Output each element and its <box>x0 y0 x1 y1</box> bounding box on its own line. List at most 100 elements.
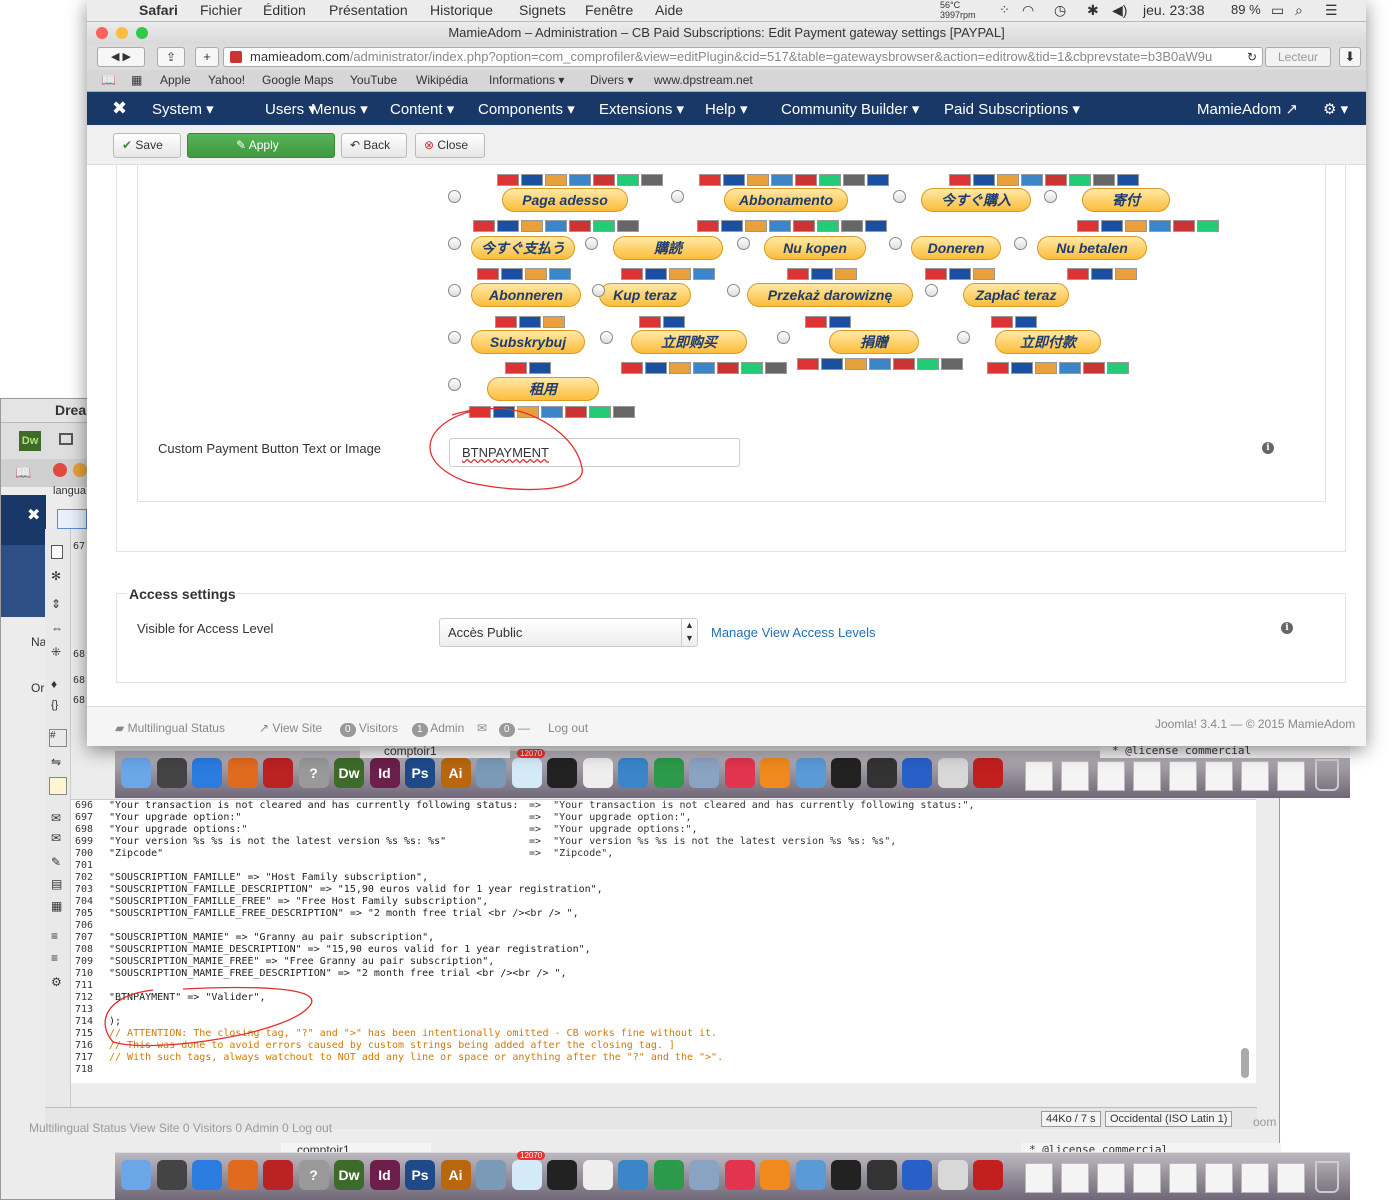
acrobat-dock-icon[interactable] <box>973 758 1003 788</box>
nav-help[interactable]: Help ▾ <box>705 100 748 118</box>
network-dock-icon[interactable] <box>653 1160 684 1190</box>
ai-dock-icon[interactable]: Ai <box>440 758 471 788</box>
dw-dock-icon[interactable]: Dw <box>334 758 364 788</box>
acrobat-dock-icon[interactable] <box>973 1160 1003 1190</box>
nav-paid-subscriptions[interactable]: Paid Subscriptions ▾ <box>944 100 1080 118</box>
new-tab-icon[interactable]: + <box>195 47 219 67</box>
address-bar[interactable]: mamieadom.com/administrator/index.php?op… <box>223 47 1263 67</box>
payment-button-option[interactable]: 租用 <box>487 377 599 401</box>
app-menu[interactable]: Safari <box>139 2 178 18</box>
snippet-icon[interactable]: ♦ <box>51 677 57 691</box>
access-info-icon[interactable]: i <box>1281 622 1293 634</box>
ibooks-dock-icon[interactable] <box>760 1160 790 1190</box>
firefox-dock-icon[interactable] <box>227 1160 258 1190</box>
nav-community-builder[interactable]: Community Builder ▾ <box>781 100 919 118</box>
activity-dock-icon[interactable] <box>831 1160 861 1190</box>
preview-dock-icon[interactable] <box>476 1160 506 1190</box>
dock-document-icon[interactable] <box>1241 761 1269 791</box>
dashboard-dock-icon[interactable] <box>156 1160 187 1190</box>
book-icon[interactable]: 📖 <box>15 465 31 481</box>
time-machine-icon[interactable]: ◷ <box>1054 2 1066 19</box>
dock-document-icon[interactable] <box>1205 761 1233 791</box>
simulator-dock-icon[interactable] <box>795 1160 826 1190</box>
payment-button-option[interactable]: 今すぐ購入 <box>921 188 1031 212</box>
access-level-select[interactable]: Accès Public ▲ ▼ <box>439 618 698 647</box>
min-dot-icon[interactable] <box>73 463 87 477</box>
image-icon[interactable] <box>49 777 67 795</box>
wireless-dock-icon[interactable] <box>618 1160 648 1190</box>
payment-button-radio[interactable] <box>448 331 461 344</box>
encoding-status[interactable]: Occidental (ISO Latin 1) <box>1105 1111 1233 1127</box>
reader-button[interactable]: Lecteur <box>1265 47 1331 67</box>
payment-button-option[interactable]: Nu kopen <box>764 236 866 260</box>
close-dot-icon[interactable] <box>53 463 67 477</box>
back-tab[interactable]: langua <box>53 485 86 497</box>
dock-document-icon[interactable] <box>1025 1163 1053 1193</box>
select-icon[interactable]: ⁜ <box>51 645 61 659</box>
dock-document-icon[interactable] <box>1133 761 1161 791</box>
format-icon[interactable]: ⚙ <box>51 975 62 989</box>
payment-button-option[interactable]: 捐贈 <box>829 330 919 354</box>
dock-document-icon[interactable] <box>1097 1163 1125 1193</box>
scrollbar-thumb[interactable] <box>1241 1048 1249 1078</box>
payment-button-radio[interactable] <box>448 284 461 297</box>
filezilla-dock-icon[interactable] <box>263 1160 293 1190</box>
bluetooth-icon[interactable]: ✱ <box>1087 2 1099 19</box>
expand-icon[interactable]: ⇕ <box>51 597 61 611</box>
gear-icon[interactable]: ✻ <box>51 569 61 583</box>
multilingual-status[interactable]: ▰ Multilingual Status <box>115 721 225 735</box>
dock-document-icon[interactable] <box>1205 1163 1233 1193</box>
payment-button-option[interactable]: Paga adesso <box>502 188 628 212</box>
network-dock-icon[interactable] <box>653 758 684 788</box>
logout-link[interactable]: Log out <box>548 721 588 735</box>
payment-button-radio[interactable] <box>737 237 750 250</box>
nav-menus[interactable]: Menus ▾ <box>311 100 368 118</box>
terminal-dock-icon[interactable] <box>547 758 577 788</box>
simulator-dock-icon[interactable] <box>795 758 826 788</box>
mail-dock-icon[interactable] <box>511 1160 542 1190</box>
menu-fichier[interactable]: Fichier <box>200 2 242 18</box>
nav-extensions[interactable]: Extensions ▾ <box>599 100 684 118</box>
payment-button-radio[interactable] <box>925 284 938 297</box>
wifi-icon[interactable]: ◠ <box>1022 2 1034 19</box>
preview-dock-icon[interactable] <box>476 758 506 788</box>
textedit-dock-icon[interactable] <box>582 758 613 788</box>
menu-signets[interactable]: Signets <box>519 2 566 18</box>
payment-button-option[interactable]: 寄付 <box>1082 188 1170 212</box>
payment-button-radio[interactable] <box>600 331 613 344</box>
ai-dock-icon[interactable]: Ai <box>440 1160 471 1190</box>
payment-button-radio[interactable] <box>889 237 902 250</box>
dock-document-icon[interactable] <box>1061 761 1089 791</box>
star-dock-icon[interactable] <box>866 758 897 788</box>
menu-aide[interactable]: Aide <box>655 2 683 18</box>
mail-dock-icon[interactable] <box>511 758 542 788</box>
dock-document-icon[interactable] <box>1061 1163 1089 1193</box>
hash-icon[interactable]: # <box>49 729 67 747</box>
save-button[interactable]: ✔ Save <box>113 133 181 158</box>
dock-document-icon[interactable] <box>1097 761 1125 791</box>
dashboard-dock-icon[interactable] <box>156 758 187 788</box>
payment-button-option[interactable]: 購読 <box>613 236 723 260</box>
payment-button-option[interactable]: Nu betalen <box>1037 236 1147 260</box>
payment-button-option[interactable]: Doneren <box>911 236 1001 260</box>
payment-button-option[interactable]: Abbonamento <box>724 188 848 212</box>
braces-icon[interactable]: {} <box>51 699 58 711</box>
dock-document-icon[interactable] <box>1277 761 1305 791</box>
trash-icon[interactable] <box>1315 759 1339 791</box>
bookmark-googlemaps[interactable]: Google Maps <box>262 73 333 87</box>
battery-icon[interactable]: ▭ <box>1271 2 1284 19</box>
itunes-dock-icon[interactable] <box>724 1160 755 1190</box>
comment-icon[interactable]: ✉ <box>51 811 61 825</box>
manage-access-link[interactable]: Manage View Access Levels <box>711 625 876 640</box>
menu-historique[interactable]: Historique <box>430 2 493 18</box>
payment-button-radio[interactable] <box>671 190 684 203</box>
preview2-dock-icon[interactable] <box>937 1160 968 1190</box>
dock-document-icon[interactable] <box>1169 761 1197 791</box>
bookmark-yahoo[interactable]: Yahoo! <box>208 73 245 87</box>
joomla-logo-icon[interactable]: ✖ <box>112 98 127 119</box>
finder-dock-icon[interactable] <box>121 758 151 788</box>
ps-dock-icon[interactable]: Ps <box>405 758 435 788</box>
id-dock-icon[interactable]: Id <box>369 758 400 788</box>
indent-icon[interactable]: ≡ <box>51 929 58 943</box>
payment-button-radio[interactable] <box>1044 190 1057 203</box>
